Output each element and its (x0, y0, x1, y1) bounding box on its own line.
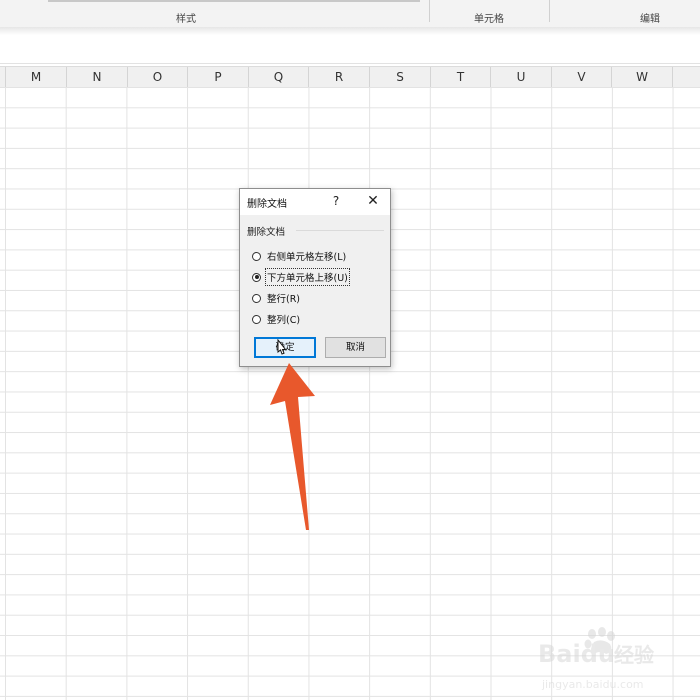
dialog-title: 删除文档 (247, 199, 287, 210)
ribbon-group-cells: 单元格 (474, 14, 504, 25)
column-header-w[interactable]: W (612, 67, 673, 87)
cancel-button[interactable]: 取消 (325, 337, 386, 358)
radio-icon[interactable] (252, 314, 261, 324)
ribbon-group-editing: 编辑 (640, 14, 660, 25)
column-header-v[interactable]: V (552, 67, 612, 87)
option-group-label: 删除文档 (247, 227, 286, 238)
column-header-s[interactable]: S (370, 67, 431, 87)
radio-shift-up-label: 下方单元格上移(U) (265, 268, 350, 286)
mouse-pointer-icon (277, 339, 287, 355)
column-header-m[interactable]: M (6, 67, 67, 87)
radio-entire-column-label: 整列(C) (267, 315, 301, 326)
radio-shift-left[interactable]: 右侧单元格左移(L) (252, 248, 346, 264)
radio-icon[interactable] (252, 293, 261, 303)
column-header-t[interactable]: T (431, 67, 491, 87)
ribbon: 样式 单元格 编辑 (0, 0, 700, 28)
column-header-row: M N O P Q R S T U V W (0, 66, 700, 88)
column-header-p[interactable]: P (188, 67, 249, 87)
cell-grid[interactable] (0, 87, 700, 700)
column-header-o[interactable]: O (128, 67, 188, 87)
radio-icon[interactable] (252, 251, 261, 261)
column-header-partial[interactable] (673, 67, 700, 87)
radio-shift-up[interactable]: 下方单元格上移(U) (252, 268, 350, 286)
watermark-url: jingyan.baidu.com (541, 678, 644, 691)
watermark-sub-brand: 经验 (614, 643, 654, 667)
radio-shift-left-label: 右侧单元格左移(L) (267, 252, 347, 263)
watermark-brand: Baidu (538, 640, 615, 668)
ribbon-style-gallery-edge (48, 0, 420, 2)
help-button[interactable]: ? (330, 192, 342, 210)
radio-entire-row-label: 整行(R) (267, 294, 301, 305)
delete-dialog: 删除文档 ? ✕ 删除文档 右侧单元格左移(L) 下方单元格上移(U) 整行(R… (239, 188, 391, 367)
ribbon-shadow (0, 27, 700, 35)
radio-checked-icon[interactable] (252, 272, 261, 282)
baidu-jingyan-watermark-icon: Baidu 经验 jingyan.baidu.com (538, 627, 654, 691)
ribbon-group-styles: 样式 (176, 14, 196, 25)
column-header-q[interactable]: Q (249, 67, 309, 87)
radio-entire-row[interactable]: 整行(R) (252, 290, 300, 306)
column-header-u[interactable]: U (491, 67, 552, 87)
column-header-r[interactable]: R (309, 67, 370, 87)
close-button[interactable]: ✕ (364, 192, 382, 210)
formula-bar[interactable] (0, 35, 700, 64)
ribbon-separator (429, 0, 430, 22)
radio-entire-column[interactable]: 整列(C) (252, 311, 300, 327)
column-header-n[interactable]: N (67, 67, 128, 87)
dialog-titlebar[interactable]: 删除文档 ? ✕ (240, 189, 390, 215)
ribbon-separator (549, 0, 550, 22)
group-divider (296, 230, 384, 231)
